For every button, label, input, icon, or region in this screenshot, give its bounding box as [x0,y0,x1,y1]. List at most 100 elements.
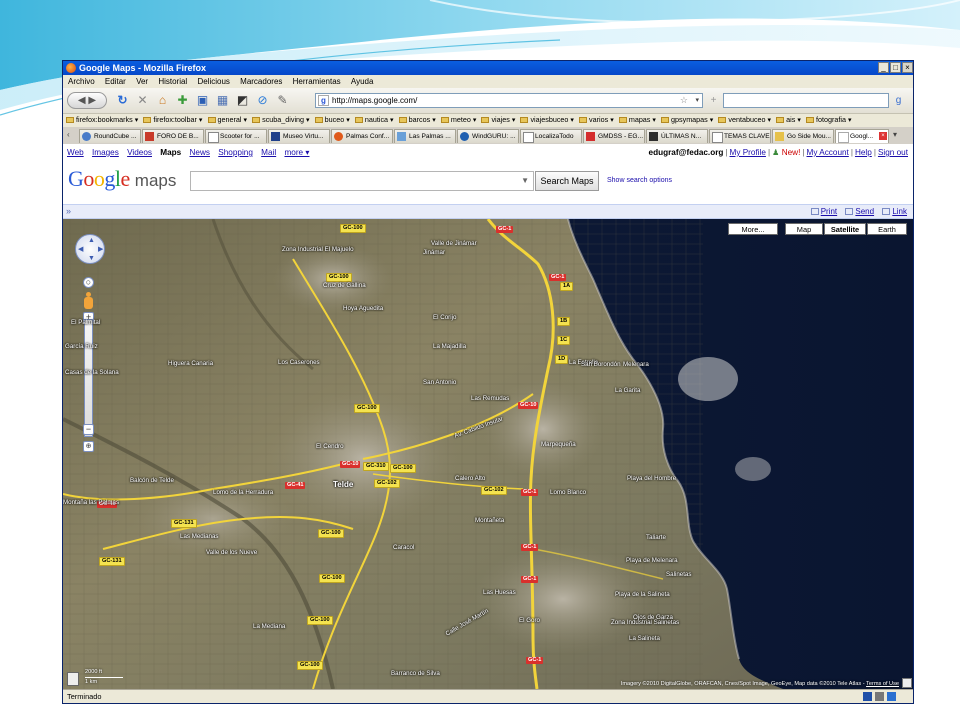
pan-up-icon[interactable]: ▲ [88,237,95,244]
bookmark-folder[interactable]: viajesbuceo ▾ [520,113,574,127]
menu-marcadores[interactable]: Marcadores [240,77,282,86]
scroll-left-icon[interactable]: ‹ [67,130,70,139]
bookmark-folder[interactable]: general ▾ [207,113,247,127]
my-profile-link[interactable]: My Profile [730,148,766,157]
bookmark-folder[interactable]: ais ▾ [776,113,801,127]
chevron-down-icon[interactable]: ▾ [695,94,699,107]
bookmark-folder[interactable]: ventabuceo ▾ [718,113,771,127]
pan-down-icon[interactable]: ▼ [88,255,95,262]
nav-more[interactable]: more ▾ [284,148,309,157]
menu-historial[interactable]: Historial [158,77,187,86]
map-type-satellite[interactable]: Satellite [824,223,866,235]
tab-localizatodo[interactable]: LocalizaTodo [520,129,582,143]
pegman-icon[interactable] [83,292,94,312]
zoom-area-icon[interactable]: ⊕ [83,441,94,452]
calendar-icon[interactable]: ▦ [215,93,230,108]
menu-archivo[interactable]: Archivo [68,77,95,86]
google-maps-logo[interactable]: Google maps [68,166,176,192]
save-icon[interactable]: ▣ [195,93,210,108]
nav-images[interactable]: Images [92,148,119,157]
menu-herramientas[interactable]: Herramientas [293,77,341,86]
bookmark-folder[interactable]: fotografia ▾ [805,113,852,127]
reload-icon[interactable]: ↻ [115,93,130,108]
help-link[interactable]: Help [855,148,872,157]
close-tab-icon[interactable]: × [879,132,887,140]
pan-left-icon[interactable]: ◀ [78,246,83,253]
bookmark-folder[interactable]: gpsymapas ▾ [661,113,713,127]
tab-las-palmas[interactable]: Las Palmas ... [394,129,456,143]
tab-list-icon[interactable]: ▾ [893,130,897,139]
print-link[interactable]: Print [810,207,837,216]
my-account-link[interactable]: My Account [807,148,849,157]
bookmark-folder[interactable]: buceo ▾ [314,113,350,127]
map-type-earth[interactable]: Earth [867,223,907,235]
chevron-down-icon[interactable]: ▼ [521,176,529,185]
menu-editar[interactable]: Editar [105,77,126,86]
tab-foro[interactable]: FORO DE B... [142,129,204,143]
google-logo-small[interactable] [67,672,79,686]
home-icon[interactable]: ⌂ [155,93,170,108]
tab-scooter[interactable]: Scooter for ... [205,129,267,143]
satellite-imagery[interactable] [63,219,913,689]
tab-temas-clave[interactable]: TEMAS CLAVE [709,129,771,143]
tag-icon[interactable]: ⊘ [255,93,270,108]
bookmark-folder[interactable]: scuba_diving ▾ [252,113,310,127]
link-link[interactable]: Link [882,207,907,216]
send-link[interactable]: Send [845,207,874,216]
add-icon[interactable]: ✚ [175,93,190,108]
bookmark-folder[interactable]: varios ▾ [579,113,614,127]
terms-of-use-link[interactable]: Terms of Use [866,681,899,687]
plus-icon[interactable]: + [706,93,721,108]
overview-map-toggle[interactable] [902,678,912,688]
satellite-map[interactable]: More... Map Satellite Earth ▲ ▼ ◀ ▶ ○ + … [63,219,913,689]
nav-web[interactable]: Web [67,148,84,157]
tab-ultimas[interactable]: ÚLTIMAS N... [646,129,708,143]
new-link[interactable]: New! [782,148,801,157]
browser-search-input[interactable] [723,93,889,108]
bookmark-folder[interactable]: firefox:toolbar ▾ [143,113,203,127]
menu-ayuda[interactable]: Ayuda [351,77,374,86]
zoom-out-button[interactable]: − [83,424,94,435]
search-maps-button[interactable]: Search Maps [535,171,599,191]
tab-go-side[interactable]: Go Side Mou... [772,129,834,143]
nav-videos[interactable]: Videos [127,148,152,157]
addon-icon[interactable] [863,692,872,701]
bookmark-folder[interactable]: nautica ▾ [354,113,394,127]
maximize-button[interactable]: □ [890,62,901,73]
menu-delicious[interactable]: Delicious [197,77,229,86]
bookmark-folder[interactable]: barcos ▾ [398,113,436,127]
stop-icon[interactable]: ✕ [135,93,150,108]
sign-out-link[interactable]: Sign out [878,148,908,157]
tools-icon[interactable]: ✎ [275,93,290,108]
tab-roundcube[interactable]: RoundCube ... [79,129,141,143]
tab-palmas-conf[interactable]: Palmas Conf... [331,129,393,143]
tab-windguru[interactable]: WindGURU: ... [457,129,519,143]
tab-museo[interactable]: Museo Virtu... [268,129,330,143]
nav-mail[interactable]: Mail [261,148,276,157]
menu-ver[interactable]: Ver [136,77,148,86]
bookmark-folder[interactable]: firefox:bookmarks ▾ [66,113,138,127]
addon-icon[interactable] [887,692,896,701]
search-engine-icon[interactable]: g [891,93,906,108]
maps-search-input[interactable]: ▼ [190,171,534,191]
pan-control[interactable]: ▲ ▼ ◀ ▶ [75,234,105,264]
zoom-slider[interactable] [83,319,94,437]
minimize-button[interactable]: _ [878,62,889,73]
bookmark-folder[interactable]: viajes ▾ [481,113,515,127]
show-search-options-link[interactable]: Show search options [607,177,672,184]
tab-google-maps[interactable]: Googl... × [835,129,889,143]
map-type-more[interactable]: More... [728,223,778,235]
pan-right-icon[interactable]: ▶ [98,246,103,253]
reset-view-icon[interactable]: ○ [83,277,94,288]
back-forward-button[interactable]: ◀ ▶ [67,92,107,109]
bookmark-folder[interactable]: meteo ▾ [440,113,476,127]
address-bar[interactable]: g http://maps.google.com/ ☆ ▾ [315,93,703,108]
nav-shopping[interactable]: Shopping [218,148,253,157]
star-icon[interactable]: ☆ [680,94,688,107]
map-type-map[interactable]: Map [785,223,823,235]
tab-gmdss[interactable]: GMDSS - EG... [583,129,645,143]
bookmark-folder[interactable]: mapas ▾ [618,113,656,127]
nav-news[interactable]: News [190,148,210,157]
addon-icon[interactable] [875,692,884,701]
close-button[interactable]: × [902,62,913,73]
